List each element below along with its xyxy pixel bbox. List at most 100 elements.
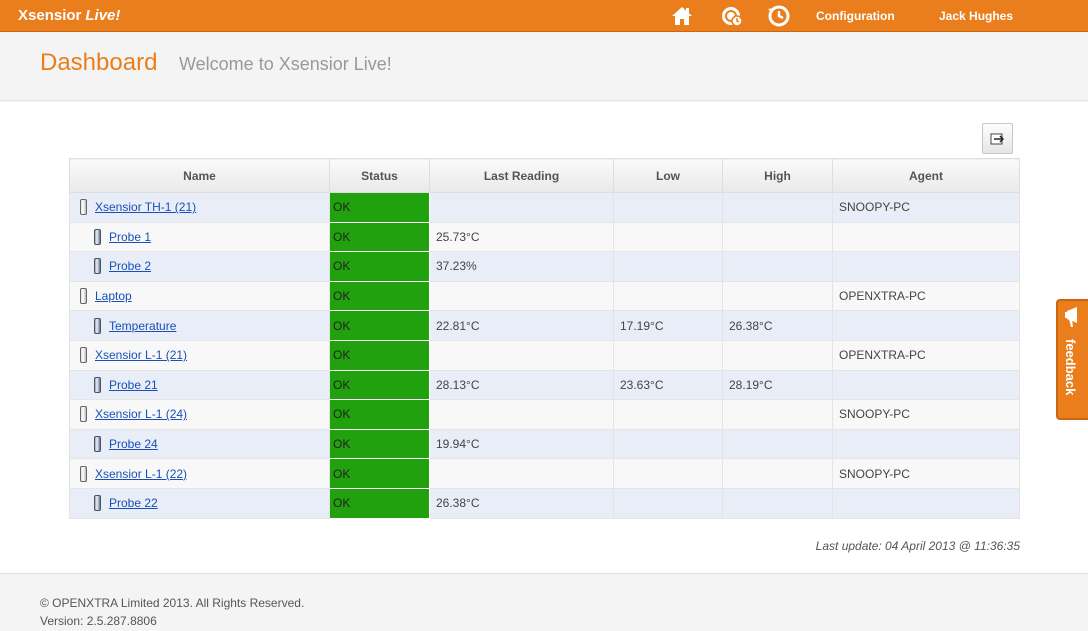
probe-link[interactable]: Probe 21 (109, 378, 158, 392)
status-badge: OK (329, 369, 430, 401)
table-row: Xsensior TH-1 (21) OK SNOOPY-PC (69, 192, 1020, 223)
cell-name: Xsensior L-1 (21) (69, 339, 330, 371)
column-header-status[interactable]: Status (329, 158, 430, 193)
device-link[interactable]: Xsensior L-1 (24) (95, 407, 187, 421)
brand-name: Xsensior (18, 7, 82, 24)
column-header-low[interactable]: Low (613, 158, 723, 193)
feedback-tab[interactable]: feedback (1056, 299, 1088, 420)
top-bar: Xsensior Live! Configuration Jack Hughes (0, 0, 1088, 32)
probe-icon (94, 376, 101, 393)
export-button[interactable] (982, 123, 1013, 154)
column-header-last-reading[interactable]: Last Reading (429, 158, 614, 193)
footer: © OPENXTRA Limited 2013. All Rights Rese… (40, 594, 304, 630)
probe-link[interactable]: Probe 24 (109, 437, 158, 451)
table-row: Xsensior L-1 (24) OK SNOOPY-PC (69, 399, 1020, 430)
device-link[interactable]: Xsensior L-1 (22) (95, 467, 187, 481)
probe-icon (94, 495, 101, 512)
cell-low (613, 487, 723, 519)
home-icon[interactable] (669, 3, 695, 29)
table-row: Probe 24 OK 19.94°C (69, 428, 1020, 460)
cell-name: Probe 22 (69, 487, 330, 519)
table-row: Probe 2 OK 37.23% (69, 251, 1020, 282)
cell-agent (832, 369, 1020, 401)
megaphone-icon (1065, 307, 1077, 327)
cell-low (613, 280, 723, 312)
page-subtitle: Welcome to Xsensior Live! (179, 54, 392, 74)
cell-last-reading: 25.73°C (429, 221, 614, 253)
probe-link[interactable]: Temperature (109, 319, 176, 333)
device-link[interactable]: Laptop (95, 289, 132, 303)
page-header: Dashboard Welcome to Xsensior Live! (0, 33, 1088, 101)
probe-link[interactable]: Probe 1 (109, 230, 151, 244)
cell-high (722, 221, 833, 253)
copyright: © OPENXTRA Limited 2013. All Rights Rese… (40, 596, 305, 610)
table-row: Probe 1 OK 25.73°C (69, 221, 1020, 253)
cell-name: Xsensior L-1 (22) (69, 458, 330, 489)
cell-agent: SNOOPY-PC (832, 399, 1020, 430)
feedback-label: feedback (1063, 339, 1078, 396)
device-icon (80, 288, 87, 305)
cell-agent (832, 310, 1020, 341)
probe-icon (94, 228, 101, 245)
cell-low (613, 458, 723, 489)
cell-name: Xsensior TH-1 (21) (69, 192, 330, 223)
cell-name: Probe 1 (69, 221, 330, 253)
cell-last-reading (429, 339, 614, 371)
cell-agent: OPENXTRA-PC (832, 280, 1020, 312)
cell-agent (832, 221, 1020, 253)
cell-last-reading: 22.81°C (429, 310, 614, 341)
status-badge: OK (329, 339, 430, 371)
device-link[interactable]: Xsensior L-1 (21) (95, 348, 187, 362)
probe-icon (94, 436, 101, 453)
table-row: Probe 21 OK 28.13°C 23.63°C 28.19°C (69, 369, 1020, 401)
status-badge: OK (329, 280, 430, 312)
probe-icon (94, 317, 101, 334)
cell-high (722, 458, 833, 489)
app-brand[interactable]: Xsensior Live! (18, 7, 120, 24)
cell-last-reading (429, 280, 614, 312)
cell-last-reading (429, 458, 614, 489)
cell-name: Temperature (69, 310, 330, 341)
status-badge: OK (329, 192, 430, 223)
table-row: Temperature OK 22.81°C 17.19°C 26.38°C (69, 310, 1020, 341)
cell-high: 26.38°C (722, 310, 833, 341)
cell-high: 28.19°C (722, 369, 833, 401)
cell-low (613, 428, 723, 460)
status-badge: OK (329, 487, 430, 519)
probe-link[interactable]: Probe 2 (109, 259, 151, 273)
cell-agent: SNOOPY-PC (832, 192, 1020, 223)
cell-agent: SNOOPY-PC (832, 458, 1020, 489)
cell-low (613, 251, 723, 282)
cell-agent (832, 251, 1020, 282)
sensor-table: Name Status Last Reading Low High Agent … (69, 158, 1020, 519)
version: Version: 2.5.287.8806 (40, 614, 157, 628)
cell-name: Xsensior L-1 (24) (69, 399, 330, 430)
export-icon (990, 133, 1005, 145)
device-icon (80, 465, 87, 482)
cell-high (722, 487, 833, 519)
cell-high (722, 280, 833, 312)
sensor-clock-icon[interactable] (719, 3, 745, 29)
column-header-agent[interactable]: Agent (832, 158, 1020, 193)
cell-high (722, 399, 833, 430)
cell-high (722, 251, 833, 282)
column-header-name[interactable]: Name (69, 158, 330, 193)
device-icon (80, 199, 87, 216)
status-badge: OK (329, 251, 430, 282)
cell-last-reading: 26.38°C (429, 487, 614, 519)
device-icon (80, 406, 87, 423)
main-content: Name Status Last Reading Low High Agent … (0, 102, 1088, 574)
cell-last-reading: 28.13°C (429, 369, 614, 401)
cell-last-reading: 37.23% (429, 251, 614, 282)
cell-low (613, 339, 723, 371)
device-icon (80, 347, 87, 364)
configuration-link[interactable]: Configuration (816, 9, 895, 23)
history-icon[interactable] (766, 3, 792, 29)
user-menu[interactable]: Jack Hughes (939, 9, 1013, 23)
probe-link[interactable]: Probe 22 (109, 496, 158, 510)
status-badge: OK (329, 221, 430, 253)
probe-icon (94, 258, 101, 275)
device-link[interactable]: Xsensior TH-1 (21) (95, 200, 196, 214)
cell-name: Laptop (69, 280, 330, 312)
column-header-high[interactable]: High (722, 158, 833, 193)
